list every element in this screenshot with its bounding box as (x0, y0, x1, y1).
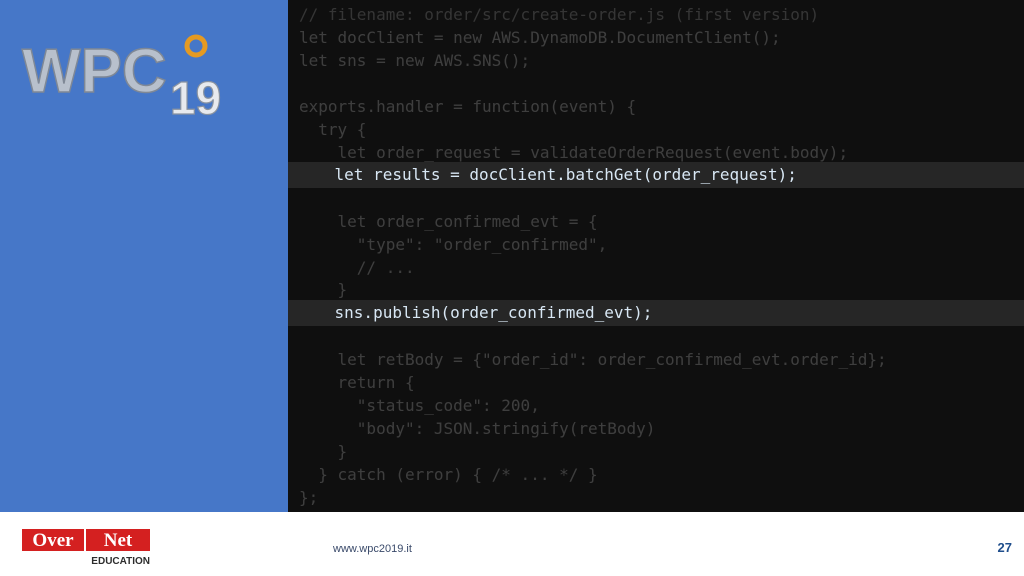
code-panel: // filename: order/src/create-order.js (… (288, 0, 1024, 512)
code-line: let sns = new AWS.SNS(); (299, 51, 531, 70)
code-line: try { (299, 120, 367, 139)
code-line: return { (299, 373, 415, 392)
code-line: } catch (error) { /* ... */ } (299, 465, 598, 484)
sidebar-panel: WPC 19 (0, 0, 288, 512)
code-line: let docClient = new AWS.DynamoDB.Documen… (299, 28, 781, 47)
code-line: exports.handler = function(event) { (299, 97, 637, 116)
code-line: "type": "order_confirmed", (299, 235, 608, 254)
wpc19-logo: WPC 19 (21, 34, 222, 122)
overnet-education-logo: Over Net EDUCATION (22, 529, 150, 567)
code-line: } (299, 280, 348, 299)
code-line: let order_request = validateOrderRequest… (299, 143, 849, 162)
code-line-highlighted: sns.publish(order_confirmed_evt); (288, 300, 1024, 326)
brand-sub-text: EDUCATION (91, 556, 150, 567)
code-line: let retBody = {"order_id": order_confirm… (299, 350, 887, 369)
code-line: // filename: order/src/create-order.js (… (299, 5, 820, 24)
code-line: "body": JSON.stringify(retBody) (299, 419, 656, 438)
svg-text:WPC: WPC (22, 37, 167, 106)
svg-text:19: 19 (170, 72, 221, 122)
code-line: } (299, 442, 348, 461)
page-number: 27 (997, 540, 1012, 555)
code-line: }; (299, 488, 319, 507)
website-url: www.wpc2019.it (333, 543, 412, 555)
code-line: "status_code": 200, (299, 396, 540, 415)
code-line: // ... (299, 258, 415, 277)
brand-over-text: Over (32, 530, 74, 551)
brand-net-text: Net (104, 530, 133, 551)
code-line-highlighted: let results = docClient.batchGet(order_r… (288, 162, 1024, 188)
code-line: let order_confirmed_evt = { (299, 212, 598, 231)
